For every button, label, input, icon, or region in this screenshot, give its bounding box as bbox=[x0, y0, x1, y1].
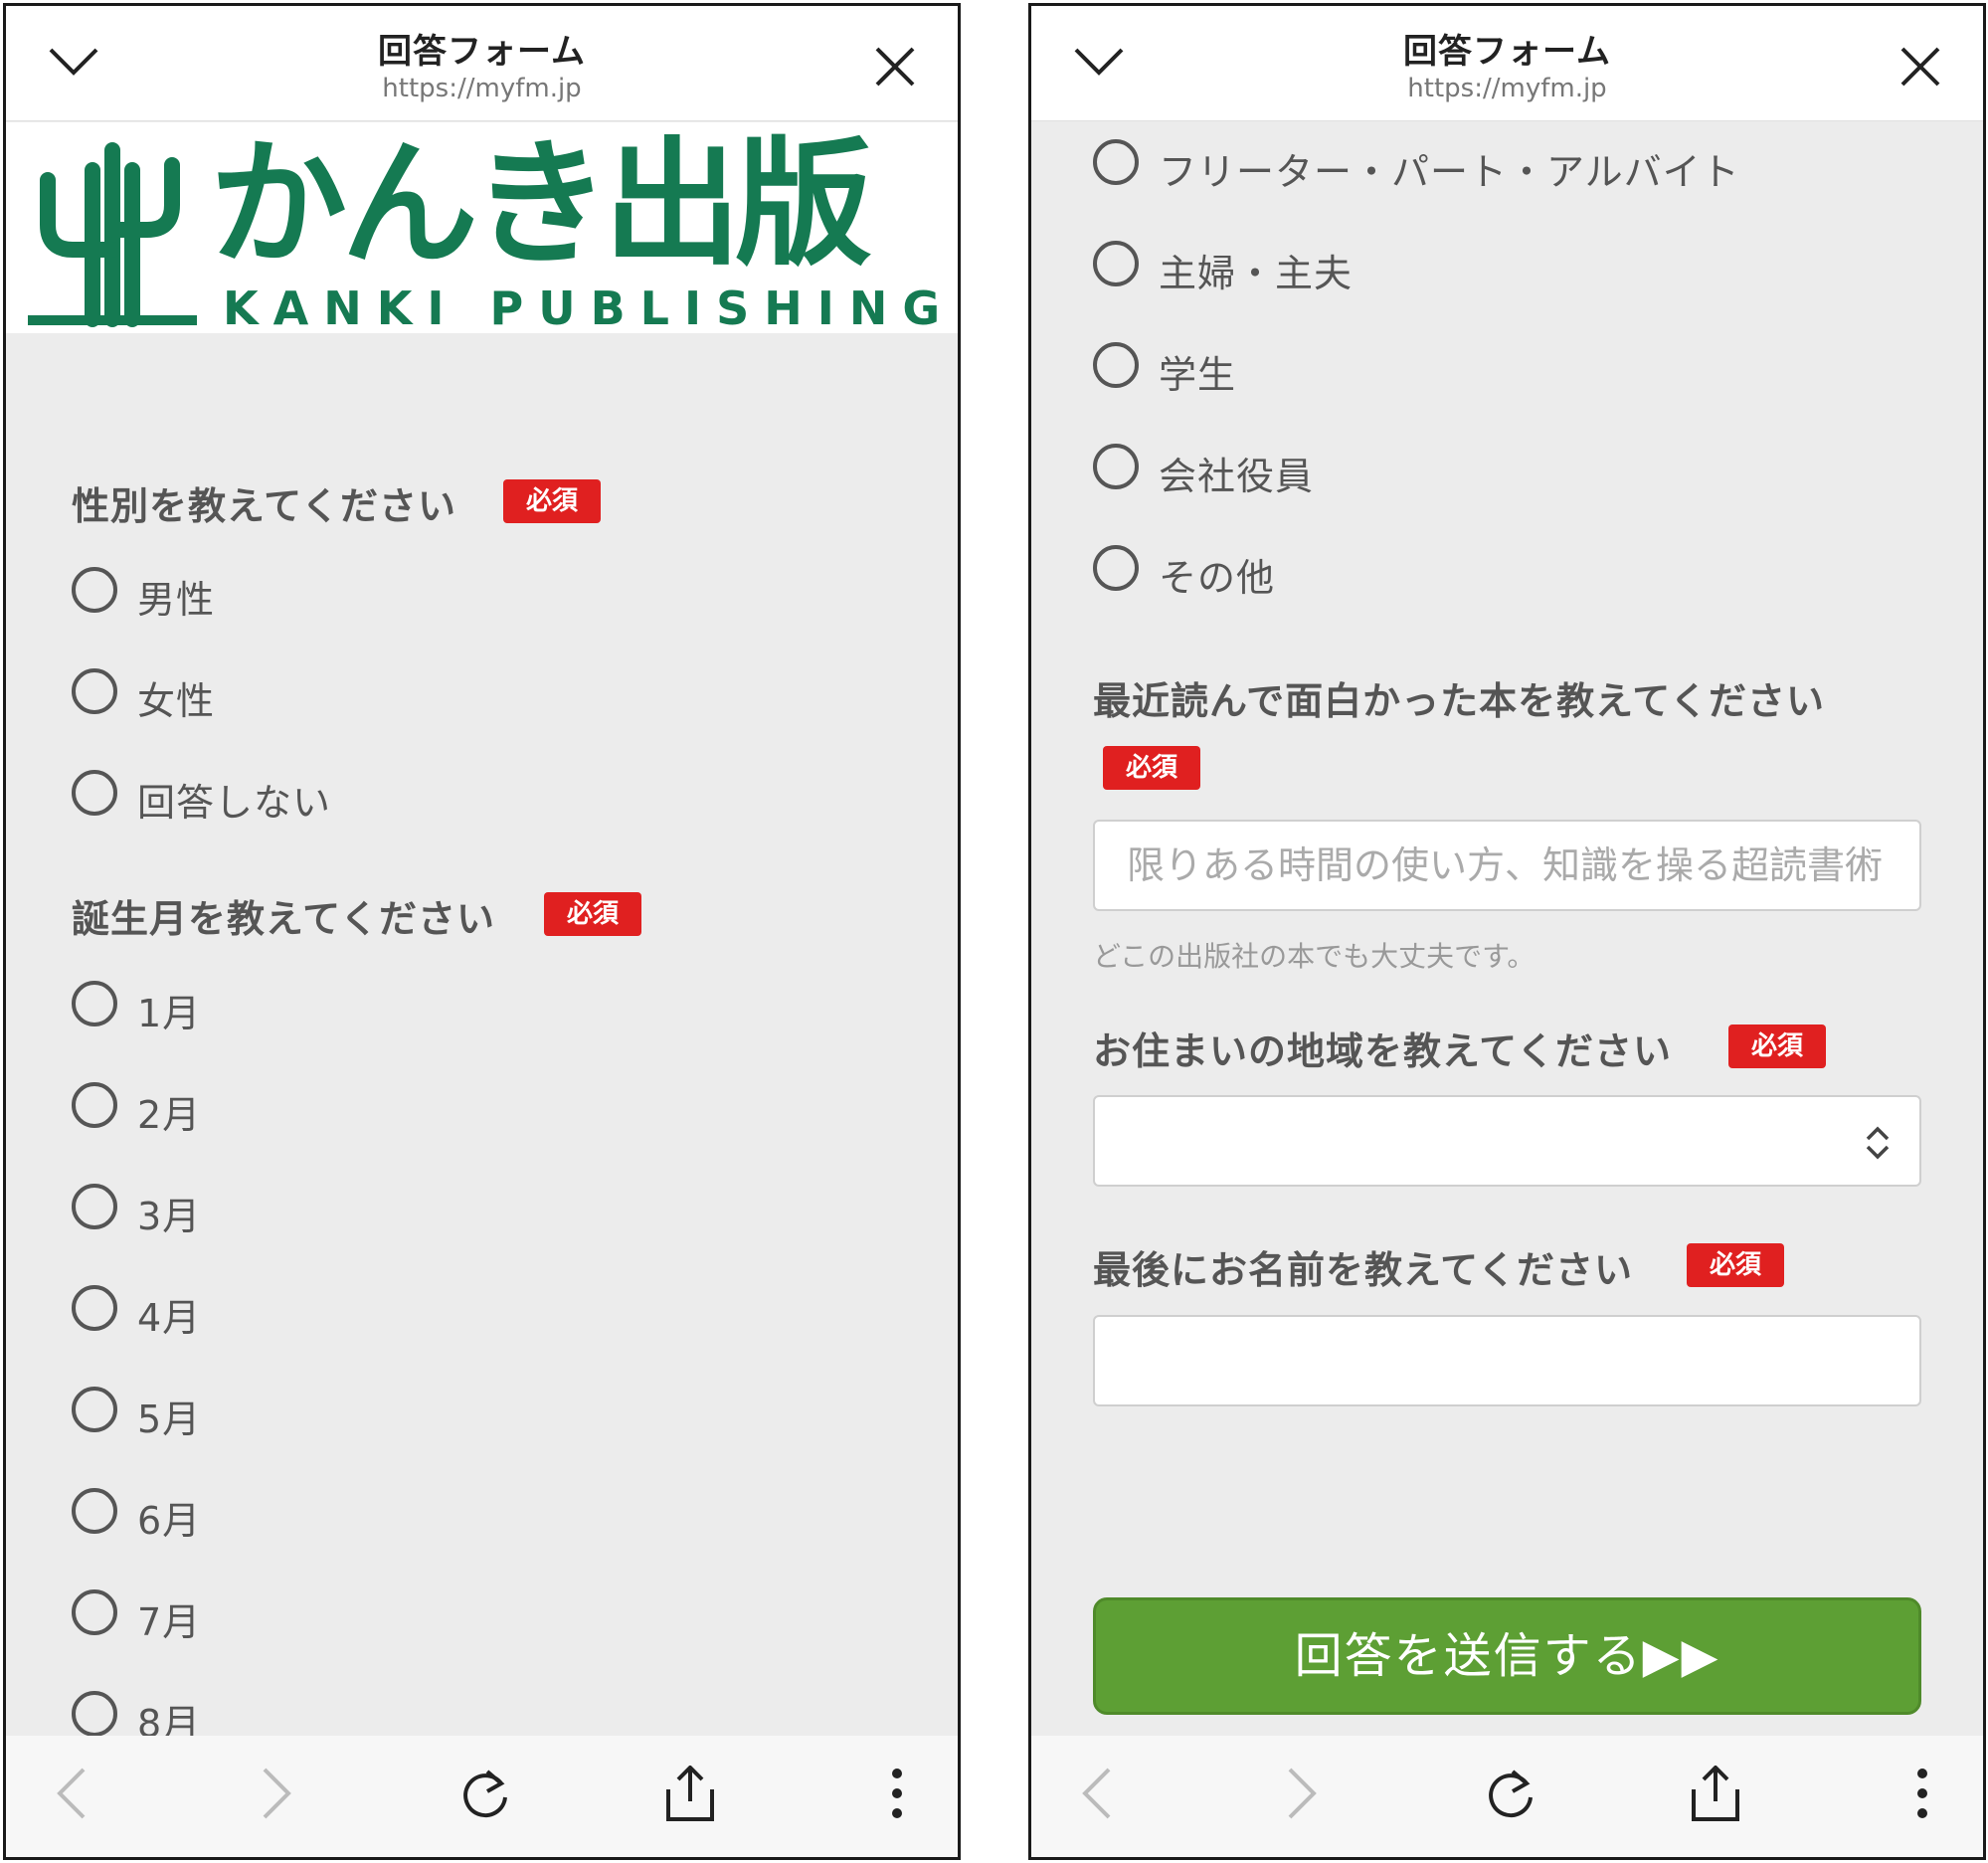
logo-subtitle: KANKI PUBLISHING bbox=[223, 281, 956, 335]
option-label: 6月 bbox=[137, 1499, 202, 1543]
reload-icon[interactable] bbox=[1483, 1766, 1538, 1821]
phone-screen-right: 回答フォーム https://myfm.jp フリーター・パート・アルバイト 主… bbox=[1028, 3, 1986, 1860]
option-label: その他 bbox=[1159, 556, 1276, 600]
option-label: フリーター・パート・アルバイト bbox=[1159, 150, 1740, 194]
question-name-label: 最後にお名前を教えてください bbox=[1093, 1248, 1633, 1292]
phone-screen-left: 回答フォーム https://myfm.jp かんき出版 KANKI PUBLI… bbox=[3, 3, 961, 1860]
kanki-logo-banner: かんき出版 KANKI PUBLISHING bbox=[6, 122, 958, 335]
more-icon[interactable] bbox=[891, 1766, 903, 1821]
radio-button[interactable] bbox=[72, 1488, 117, 1534]
browser-toolbar bbox=[6, 1736, 958, 1857]
required-badge: 必須 bbox=[1728, 1025, 1826, 1068]
back-icon[interactable] bbox=[1081, 1766, 1113, 1821]
radio-button[interactable] bbox=[72, 1387, 117, 1432]
question-birth-month-label: 誕生月を教えてください bbox=[72, 897, 495, 941]
required-badge: 必須 bbox=[1687, 1243, 1784, 1287]
radio-button[interactable] bbox=[1093, 545, 1139, 591]
book-input[interactable]: 限りある時間の使い方、知識を操る超読書術 bbox=[1093, 820, 1921, 911]
option-label: 主婦・主夫 bbox=[1159, 252, 1354, 295]
radio-button[interactable] bbox=[1093, 241, 1139, 286]
close-icon[interactable] bbox=[874, 46, 916, 88]
back-icon[interactable] bbox=[56, 1766, 88, 1821]
browser-toolbar bbox=[1031, 1736, 1983, 1857]
browser-header: 回答フォーム https://myfm.jp bbox=[1031, 6, 1983, 121]
share-icon[interactable] bbox=[664, 1766, 716, 1823]
more-icon[interactable] bbox=[1916, 1766, 1928, 1821]
required-badge: 必須 bbox=[503, 479, 601, 523]
radio-button[interactable] bbox=[72, 770, 117, 816]
option-label: 女性 bbox=[137, 679, 216, 723]
option-label: 学生 bbox=[1159, 353, 1237, 397]
option-label: 4月 bbox=[137, 1296, 202, 1340]
radio-button[interactable] bbox=[1093, 444, 1139, 489]
option-label: 3月 bbox=[137, 1195, 202, 1238]
radio-button[interactable] bbox=[72, 668, 117, 714]
radio-button[interactable] bbox=[72, 981, 117, 1026]
question-gender-label: 性別を教えてください bbox=[72, 484, 456, 528]
close-icon[interactable] bbox=[1899, 46, 1941, 88]
submit-button[interactable]: 回答を送信する▶▶ bbox=[1093, 1597, 1921, 1715]
option-label: 男性 bbox=[137, 578, 216, 622]
radio-button[interactable] bbox=[72, 1691, 117, 1737]
radio-button[interactable] bbox=[72, 1082, 117, 1128]
radio-button[interactable] bbox=[1093, 342, 1139, 388]
browser-title: 回答フォーム bbox=[1403, 32, 1611, 72]
option-label: 1月 bbox=[137, 992, 202, 1035]
browser-url: https://myfm.jp bbox=[1407, 74, 1607, 103]
option-label: 5月 bbox=[137, 1397, 202, 1441]
browser-title: 回答フォーム bbox=[378, 32, 586, 72]
option-label: 2月 bbox=[137, 1093, 202, 1137]
question-region-label: お住まいの地域を教えてください bbox=[1093, 1029, 1672, 1073]
required-badge: 必須 bbox=[1103, 746, 1200, 790]
radio-button[interactable] bbox=[72, 1589, 117, 1635]
cactus-logo-icon bbox=[28, 142, 197, 327]
option-label: 回答しない bbox=[137, 781, 332, 825]
browser-header: 回答フォーム https://myfm.jp bbox=[6, 6, 958, 121]
region-select[interactable] bbox=[1093, 1095, 1921, 1187]
select-updown-icon bbox=[1866, 1126, 1890, 1160]
radio-button[interactable] bbox=[72, 567, 117, 613]
forward-icon[interactable] bbox=[1286, 1766, 1318, 1821]
option-label: 7月 bbox=[137, 1600, 202, 1644]
required-badge: 必須 bbox=[544, 892, 641, 936]
browser-url: https://myfm.jp bbox=[382, 74, 582, 103]
name-input[interactable] bbox=[1093, 1315, 1921, 1406]
share-icon[interactable] bbox=[1690, 1766, 1741, 1823]
book-hint: どこの出版社の本でも大丈夫です。 bbox=[1093, 940, 1536, 973]
radio-button[interactable] bbox=[72, 1285, 117, 1331]
option-label: 会社役員 bbox=[1159, 455, 1315, 498]
logo-text: かんき出版 bbox=[210, 124, 872, 284]
forward-icon[interactable] bbox=[261, 1766, 292, 1821]
reload-icon[interactable] bbox=[457, 1766, 513, 1821]
radio-button[interactable] bbox=[72, 1184, 117, 1229]
question-book-label: 最近読んで面白かった本を教えてください bbox=[1093, 679, 1826, 723]
radio-button[interactable] bbox=[1093, 139, 1139, 185]
